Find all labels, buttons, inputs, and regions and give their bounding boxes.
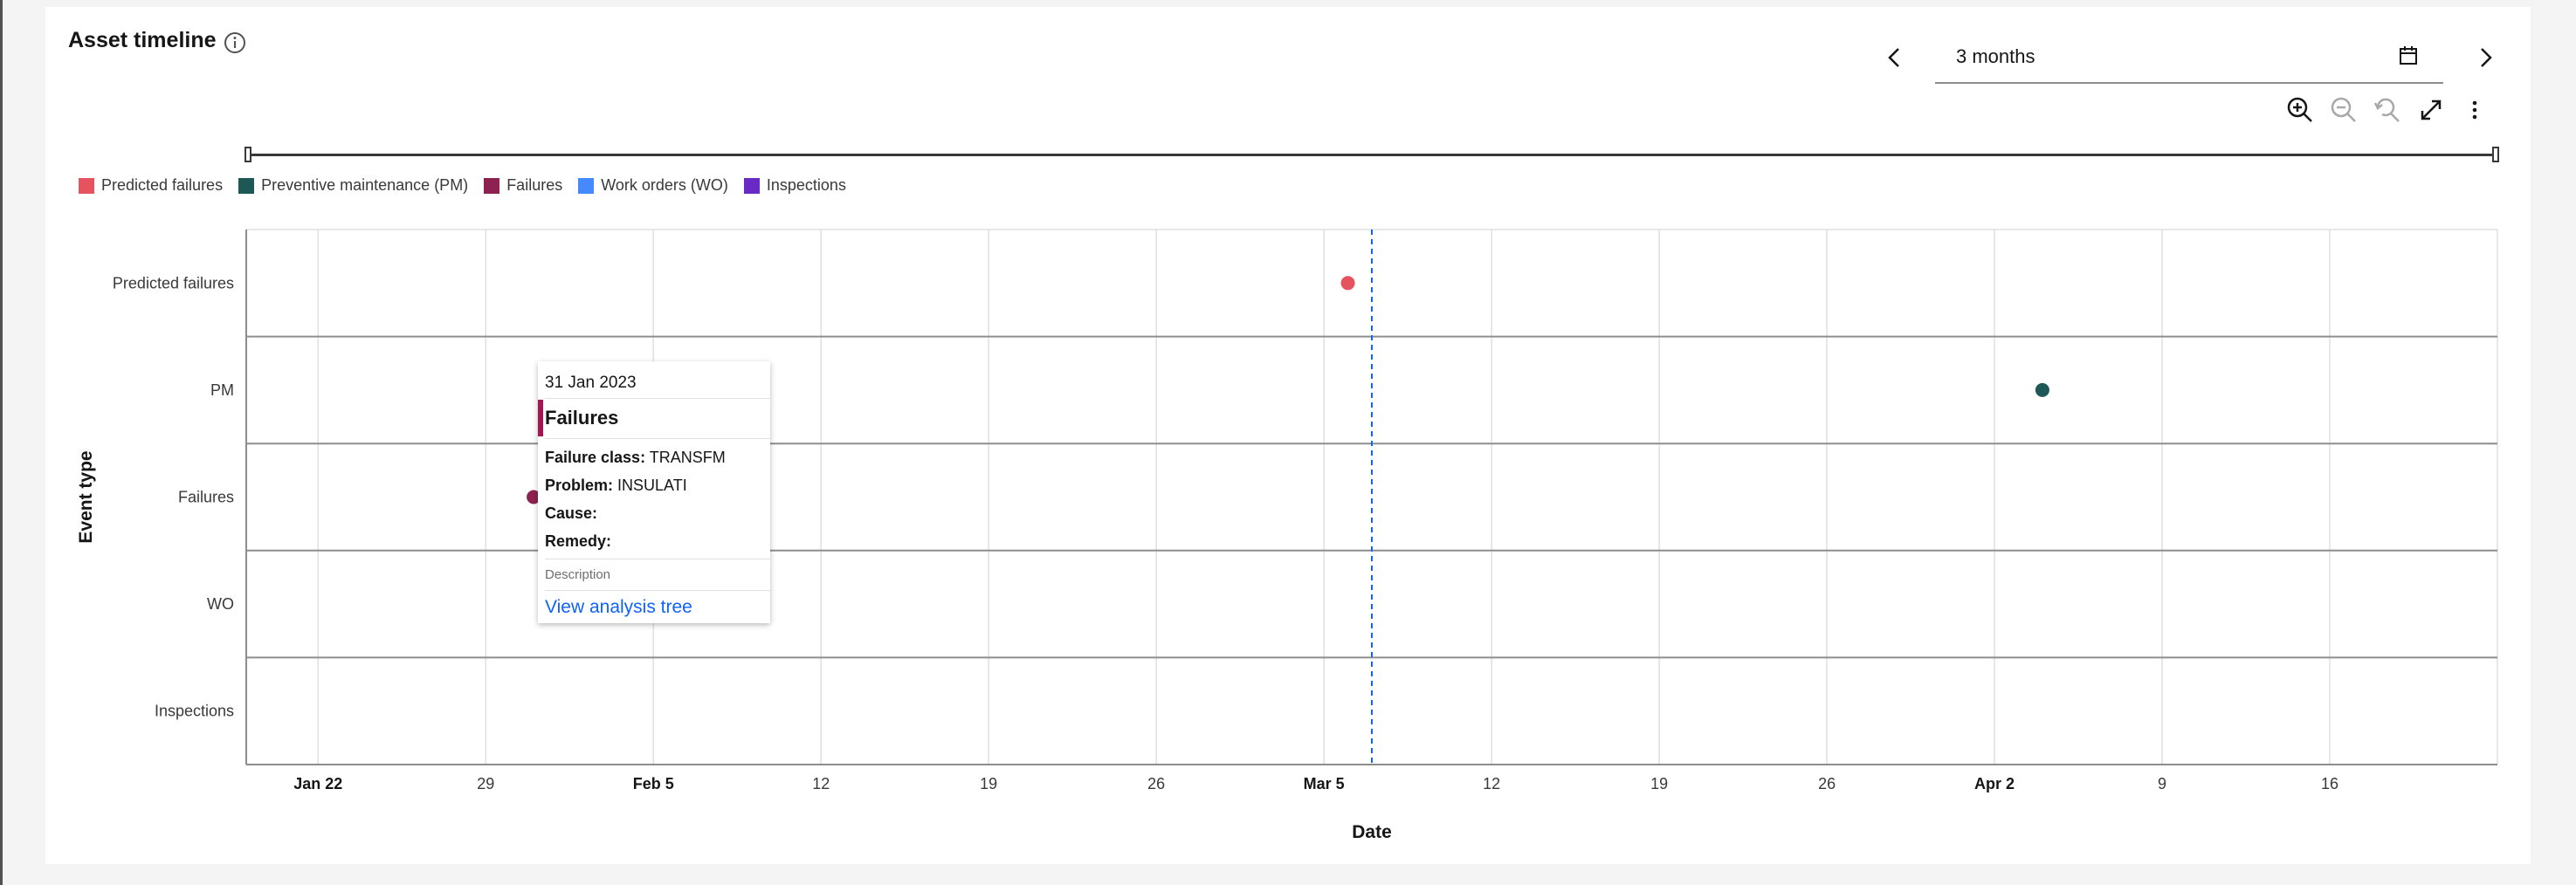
x-tick-label: Mar 5: [1304, 775, 1345, 792]
tooltip-cause-label: Cause:: [545, 504, 598, 522]
x-tick-label: 19: [1650, 775, 1668, 792]
y-category-label: PM: [210, 381, 234, 399]
x-tick-label: 19: [980, 775, 997, 792]
tooltip-failure-class-value: TRANSFM: [649, 449, 726, 466]
tooltip-divider: [545, 590, 770, 591]
x-tick-label: 16: [2321, 775, 2338, 792]
y-category-label: Inspections: [155, 703, 234, 720]
event-tooltip: 31 Jan 2023 Failures Failure class: TRAN…: [538, 361, 770, 623]
x-tick-label: Apr 2: [1974, 775, 2015, 792]
tooltip-remedy: Remedy:: [545, 532, 611, 551]
data-point: [1340, 276, 1355, 291]
tooltip-failure-class-label: Failure class:: [545, 449, 646, 466]
tooltip-heading: Failures: [545, 407, 619, 429]
tooltip-description-label: Description: [545, 567, 611, 582]
tooltip-divider: [545, 398, 770, 399]
y-axis-title: Event type: [76, 450, 96, 543]
x-axis-title: Date: [1352, 822, 1392, 842]
tooltip-divider: [545, 438, 770, 439]
x-tick-label: 12: [1483, 775, 1500, 792]
x-tick-label: 12: [812, 775, 830, 792]
tooltip-remedy-label: Remedy:: [545, 532, 612, 550]
x-tick-label: 26: [1818, 775, 1836, 792]
tooltip-failure-class: Failure class: TRANSFM: [545, 449, 726, 467]
y-category-label: WO: [207, 595, 234, 613]
x-tick-label: Feb 5: [633, 775, 674, 792]
x-tick-label: 9: [2158, 775, 2166, 792]
window-edge: [0, 0, 3, 885]
x-tick-label: 29: [477, 775, 494, 792]
x-tick-label: 26: [1147, 775, 1165, 792]
tooltip-problem: Problem: INSULATI: [545, 477, 687, 495]
x-tick-label: Jan 22: [293, 775, 342, 792]
tooltip-problem-value: INSULATI: [617, 477, 687, 494]
view-analysis-tree-link[interactable]: View analysis tree: [545, 597, 692, 618]
tooltip-cause: Cause:: [545, 504, 597, 523]
asset-timeline-card: Asset timeline 3 months Predicted failur…: [45, 7, 2531, 864]
data-point: [2035, 382, 2049, 397]
y-category-label: Predicted failures: [113, 274, 234, 292]
tooltip-accent-bar: [538, 400, 543, 436]
y-category-label: Failures: [178, 489, 234, 506]
timeline-chart: Jan 22 29 Feb 5 12 19 26 Mar 5 12 19 26 Apr 2 9 16 Pr…: [76, 229, 2498, 842]
tooltip-problem-label: Problem:: [545, 477, 614, 494]
tooltip-date: 31 Jan 2023: [545, 374, 637, 392]
